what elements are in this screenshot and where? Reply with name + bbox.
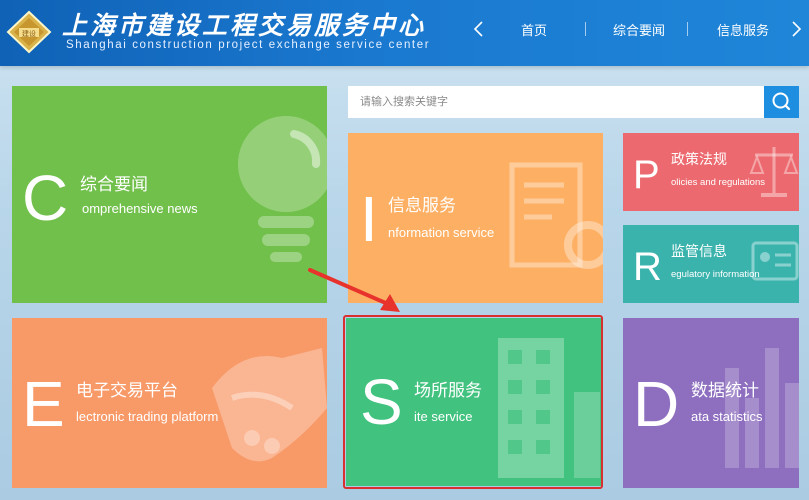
scales-icon (749, 147, 799, 197)
chevron-left-icon[interactable] (470, 18, 488, 40)
nav-item-info-service[interactable]: 信息服务 (717, 20, 769, 39)
svg-text:建设: 建设 (22, 29, 36, 38)
site-subtitle: Shanghai construction project exchange s… (66, 39, 431, 51)
tile-title: 场所服务 (414, 381, 482, 400)
tile-letter: D (633, 368, 680, 440)
tile-subtitle: omprehensive news (82, 201, 198, 216)
search-button[interactable] (764, 86, 799, 118)
tile-letter: P (633, 153, 660, 197)
site-header: 建设 上海市建设工程交易服务中心 Shanghai construction p… (0, 0, 809, 66)
tile-electronic-trading[interactable]: E 电子交易平台 lectronic trading platform (12, 318, 327, 488)
tile-title: 政策法规 (671, 151, 727, 167)
building-icon (498, 338, 600, 478)
tile-subtitle: olicies and regulations (671, 177, 766, 188)
tile-information-service[interactable]: I 信息服务 nformation service (348, 133, 603, 303)
tile-title: 数据统计 (691, 381, 759, 400)
bar-chart-icon (725, 348, 799, 468)
tile-policies-regulations[interactable]: P 政策法规 olicies and regulations (623, 133, 799, 211)
tile-letter: C (22, 162, 69, 234)
tile-site-service[interactable]: S 场所服务 ite service (346, 318, 602, 486)
nav-divider (687, 22, 688, 36)
nav-item-news[interactable]: 综合要闻 (613, 20, 665, 39)
handshake-icon (212, 348, 327, 462)
nav-item-home[interactable]: 首页 (521, 20, 547, 39)
tile-title: 监管信息 (671, 243, 727, 259)
tile-letter: R (633, 245, 662, 289)
tile-title: 电子交易平台 (76, 381, 178, 400)
tile-comprehensive-news[interactable]: C 综合要闻 omprehensive news (12, 86, 327, 303)
tile-subtitle: egulatory information (671, 269, 760, 280)
tile-letter: E (22, 368, 65, 440)
tile-regulatory-information[interactable]: R 监管信息 egulatory information (623, 225, 799, 303)
tile-title: 综合要闻 (80, 175, 148, 194)
document-icon (509, 162, 603, 269)
site-title: 上海市建设工程交易服务中心 (62, 11, 427, 40)
tile-title: 信息服务 (388, 196, 456, 215)
tile-subtitle: nformation service (388, 225, 495, 240)
tile-subtitle: lectronic trading platform (76, 409, 219, 424)
search-icon (772, 92, 791, 111)
tile-letter: I (360, 183, 378, 255)
chevron-right-icon[interactable] (787, 18, 805, 40)
tile-subtitle: ite service (414, 409, 473, 424)
nav-divider (585, 22, 586, 36)
emblem-logo[interactable]: 建设 (6, 10, 52, 54)
lightbulb-icon (238, 116, 327, 262)
search-input[interactable] (348, 86, 764, 118)
tile-subtitle: ata statistics (691, 409, 763, 424)
tile-data-statistics[interactable]: D 数据统计 ata statistics (623, 318, 799, 488)
tile-letter: S (360, 366, 403, 438)
